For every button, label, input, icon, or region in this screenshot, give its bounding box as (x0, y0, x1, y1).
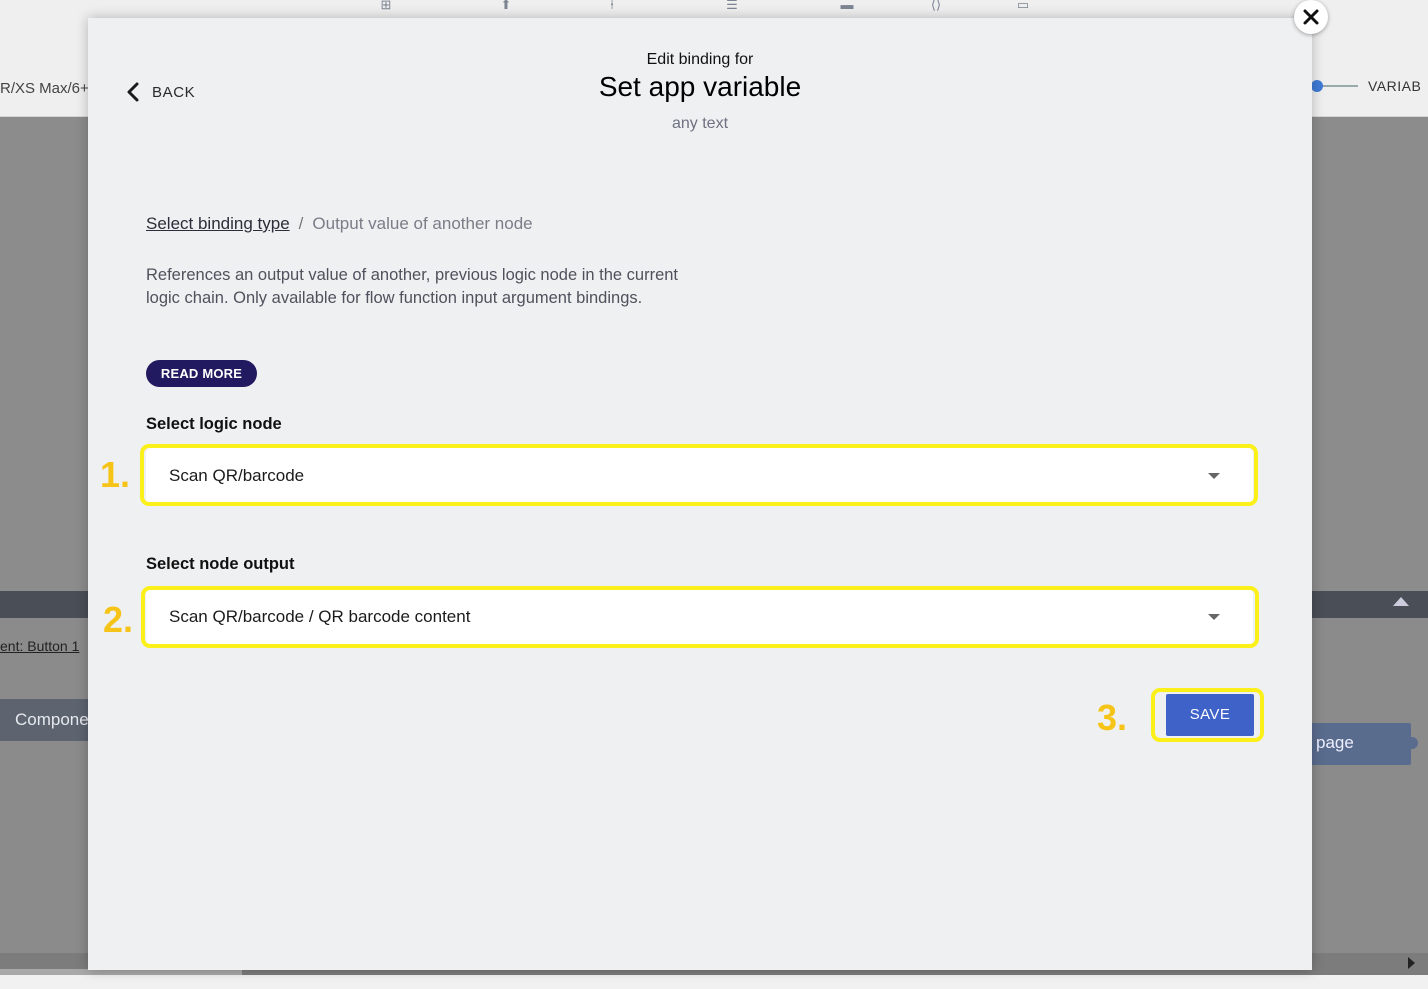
close-button[interactable] (1294, 0, 1328, 34)
pin-icon[interactable]: ⍿ (603, 0, 621, 12)
logic-node-label: Select logic node (146, 415, 282, 433)
page-node[interactable]: page (1305, 723, 1411, 765)
code-icon[interactable]: ⟨⟩ (927, 0, 945, 12)
read-more-button[interactable]: READ MORE (146, 360, 257, 387)
folder-icon[interactable]: ▬ (838, 0, 856, 12)
component-breadcrumb[interactable]: ent: Button 1 (0, 638, 79, 654)
grid-icon[interactable]: ⊞ (377, 0, 395, 12)
breadcrumb-separator: / (298, 214, 304, 233)
device-selector[interactable]: R/XS Max/6+ (0, 80, 89, 97)
node-connector[interactable] (1406, 737, 1418, 749)
component-node[interactable]: Compone (0, 699, 100, 741)
step-number-3: 3. (1097, 697, 1128, 738)
binding-description: References an output value of another, p… (146, 266, 679, 307)
scroll-right-icon[interactable] (1408, 957, 1415, 969)
page-title: Set app variable (598, 71, 802, 102)
upload-icon[interactable]: ⬆ (497, 0, 515, 12)
node-output-label: Select node output (146, 555, 295, 573)
highlight-step-3 (1151, 688, 1264, 742)
list-icon[interactable]: ☰ (723, 0, 741, 12)
header-subtitle: Edit binding for (646, 51, 754, 68)
variables-tab[interactable]: VARIAB (1368, 78, 1421, 94)
breadcrumb-current: Output value of another node (312, 214, 533, 233)
collapse-arrow-icon[interactable] (1393, 597, 1409, 606)
step-number-1: 1. (100, 454, 131, 495)
header-description: any text (671, 115, 729, 132)
highlight-step-1 (140, 444, 1258, 506)
close-icon (1303, 9, 1319, 25)
view-toggle-handle[interactable] (1311, 80, 1323, 92)
select-binding-type-link[interactable]: Select binding type (146, 214, 290, 233)
view-toggle-track (1318, 85, 1358, 87)
comment-icon[interactable]: ▭ (1014, 0, 1032, 12)
step-number-2: 2. (103, 599, 134, 640)
status-bar (0, 975, 1428, 989)
highlight-step-2 (141, 586, 1259, 648)
breadcrumb: Select binding type / Output value of anot… (146, 214, 533, 234)
